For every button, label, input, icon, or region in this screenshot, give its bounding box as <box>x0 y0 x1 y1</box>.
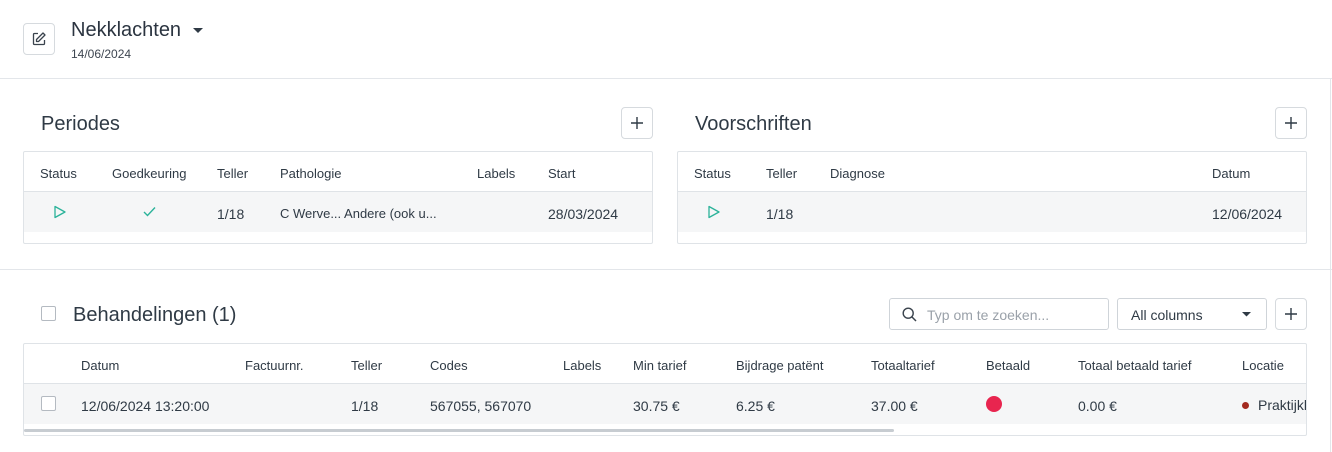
voorschrift-teller: 1/18 <box>766 206 794 222</box>
caret-down-icon <box>1242 312 1251 317</box>
behandeling-datum: 12/06/2024 13:20:00 <box>81 398 210 414</box>
page-date: 14/06/2024 <box>71 47 132 61</box>
search-icon <box>902 307 917 322</box>
table-row[interactable]: 1/18 C Werve... Andere (ook u... 28/03/2… <box>24 192 652 232</box>
plus-icon <box>1285 117 1297 129</box>
periode-start: 28/03/2024 <box>548 206 619 222</box>
col-teller[interactable]: Teller <box>217 166 248 181</box>
select-all-checkbox[interactable] <box>41 306 56 321</box>
voorschrift-datum: 12/06/2024 <box>1212 206 1283 222</box>
behandeling-bijdrage: 6.25 € <box>736 398 775 414</box>
behandeling-totaaltarief: 37.00 € <box>871 398 918 414</box>
plus-icon <box>1285 308 1297 320</box>
search-placeholder: Typ om te zoeken... <box>927 307 1050 323</box>
plus-icon <box>631 117 643 129</box>
col-goedkeuring[interactable]: Goedkeuring <box>112 166 186 181</box>
col-pathologie[interactable]: Pathologie <box>280 166 341 181</box>
col-bijdrage[interactable]: Bijdrage patënt <box>736 358 823 373</box>
behandeling-teller: 1/18 <box>351 398 379 414</box>
col-totaal-betaald[interactable]: Totaal betaald tarief <box>1078 358 1191 373</box>
behandelingen-title: Behandelingen (1) <box>73 304 237 326</box>
page-title[interactable]: Nekklachten <box>71 19 181 42</box>
behandelingen-table: Datum Factuurnr. Teller Codes Labels Min… <box>23 343 1307 436</box>
col-codes[interactable]: Codes <box>430 358 468 373</box>
caret-down-icon[interactable] <box>193 28 203 34</box>
columns-select[interactable]: All columns <box>1117 298 1267 330</box>
col-datum[interactable]: Datum <box>1212 166 1250 181</box>
periodes-table: Status Goedkeuring Teller Pathologie Lab… <box>23 151 653 244</box>
periode-teller: 1/18 <box>217 206 245 222</box>
voorschriften-header-row: Status Teller Diagnose Datum <box>678 152 1306 192</box>
add-voorschrift-button[interactable] <box>1275 107 1307 139</box>
col-betaald[interactable]: Betaald <box>986 358 1030 373</box>
col-totaaltarief[interactable]: Totaaltarief <box>871 358 935 373</box>
row-checkbox[interactable] <box>41 396 56 411</box>
section-divider <box>0 269 1332 270</box>
col-diagnose[interactable]: Diagnose <box>830 166 885 181</box>
page-header: Nekklachten 14/06/2024 <box>0 0 1332 79</box>
edit-icon <box>32 32 46 46</box>
location-dot <box>1242 402 1249 409</box>
periode-pathologie: C Werve... Andere (ook u... <box>280 206 437 221</box>
col-status[interactable]: Status <box>40 166 77 181</box>
search-input[interactable]: Typ om te zoeken... <box>889 298 1109 330</box>
behandeling-min-tarief: 30.75 € <box>633 398 680 414</box>
col-labels[interactable]: Labels <box>563 358 601 373</box>
behandeling-codes: 567055, 567070 <box>430 398 532 414</box>
columns-select-value: All columns <box>1131 307 1203 323</box>
edit-button[interactable] <box>23 23 55 55</box>
col-start[interactable]: Start <box>548 166 575 181</box>
play-icon <box>708 205 720 219</box>
checkmark-icon <box>143 207 156 217</box>
col-labels[interactable]: Labels <box>477 166 515 181</box>
voorschriften-title: Voorschriften <box>695 113 812 135</box>
col-datum[interactable]: Datum <box>81 358 119 373</box>
unpaid-status-dot <box>986 396 1002 412</box>
right-border <box>1330 79 1331 452</box>
table-row[interactable]: 12/06/2024 13:20:00 1/18 567055, 567070 … <box>24 384 1306 424</box>
horizontal-scrollbar[interactable] <box>24 429 894 432</box>
add-periode-button[interactable] <box>621 107 653 139</box>
col-factuurnr[interactable]: Factuurnr. <box>245 358 304 373</box>
play-icon <box>54 205 66 219</box>
behandeling-totaal-betaald: 0.00 € <box>1078 398 1117 414</box>
add-behandeling-button[interactable] <box>1275 298 1307 330</box>
behandeling-locatie: Praktijkk <box>1258 397 1307 413</box>
col-min-tarief[interactable]: Min tarief <box>633 358 686 373</box>
col-teller[interactable]: Teller <box>351 358 382 373</box>
voorschriften-table: Status Teller Diagnose Datum 1/18 12/06/… <box>677 151 1307 244</box>
table-row[interactable]: 1/18 12/06/2024 <box>678 192 1306 232</box>
periodes-header-row: Status Goedkeuring Teller Pathologie Lab… <box>24 152 652 192</box>
behandelingen-header-row: Datum Factuurnr. Teller Codes Labels Min… <box>24 344 1306 384</box>
col-status[interactable]: Status <box>694 166 731 181</box>
periodes-title: Periodes <box>41 113 120 135</box>
col-teller[interactable]: Teller <box>766 166 797 181</box>
col-locatie[interactable]: Locatie <box>1242 358 1284 373</box>
